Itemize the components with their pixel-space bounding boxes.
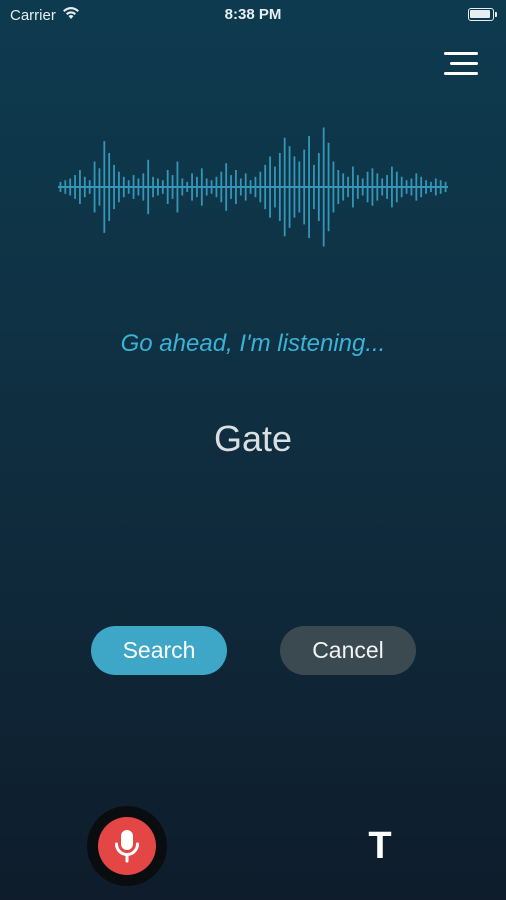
microphone-icon [98, 817, 156, 875]
hamburger-menu-icon[interactable] [444, 52, 478, 78]
audio-waveform [58, 127, 448, 247]
transcript-text: Gate [213, 418, 293, 459]
cancel-button[interactable]: Cancel [280, 626, 416, 675]
status-time: 8:38 PM [224, 6, 282, 23]
text-mode-button[interactable]: T [360, 822, 400, 870]
microphone-button[interactable] [87, 806, 167, 886]
battery-icon [468, 8, 497, 21]
search-button[interactable]: Search [91, 626, 227, 675]
listening-prompt: Go ahead, I'm listening... [120, 330, 386, 357]
status-bar: Carrier 8:38 PM [0, 0, 506, 30]
